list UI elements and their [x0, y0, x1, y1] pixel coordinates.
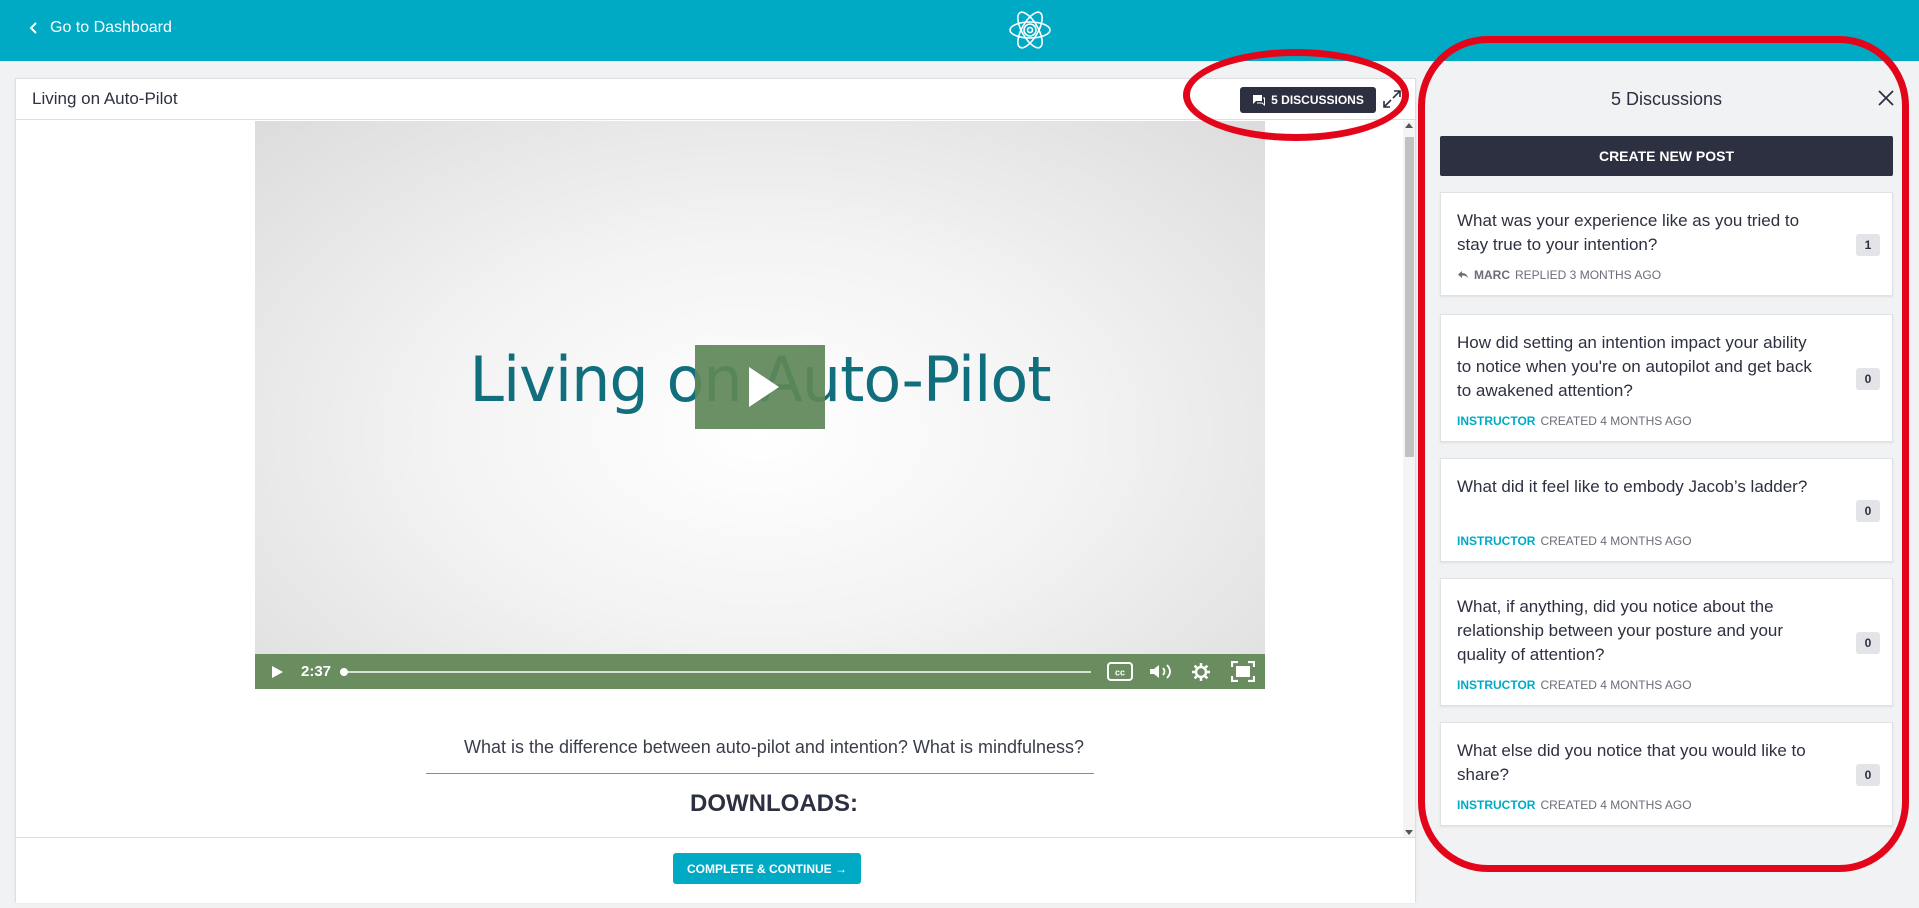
fullscreen-icon[interactable]	[1231, 661, 1255, 682]
lesson-header: Living on Auto-Pilot 5 DISCUSSIONS	[16, 79, 1415, 120]
content-scrollbar[interactable]	[1403, 121, 1415, 837]
post-action: REPLIED 3 MONTHS AGO	[1515, 268, 1662, 282]
discussion-post[interactable]: What did it feel like to embody Jacob’s …	[1440, 458, 1893, 562]
reply-count-badge: 0	[1856, 764, 1880, 786]
lesson-question: What is the difference between auto-pilo…	[463, 737, 1085, 757]
post-question: What, if anything, did you notice about …	[1457, 597, 1784, 664]
expand-icon[interactable]	[1381, 88, 1403, 110]
closed-captions-icon[interactable]: cc	[1107, 662, 1133, 681]
chevron-left-icon	[29, 22, 37, 34]
video-player[interactable]: Living on Auto-Pilot 2:37 cc	[255, 121, 1265, 689]
post-question: What else did you notice that you would …	[1457, 741, 1806, 784]
discussion-post[interactable]: What else did you notice that you would …	[1440, 722, 1893, 826]
reply-count-badge: 0	[1856, 500, 1880, 522]
post-author: INSTRUCTOR	[1457, 678, 1536, 692]
create-new-post-button[interactable]: CREATE NEW POST	[1440, 136, 1893, 176]
scroll-up-arrow-icon[interactable]	[1405, 123, 1413, 128]
go-to-dashboard-label: Go to Dashboard	[50, 19, 172, 36]
chat-bubble-icon	[1253, 95, 1266, 106]
video-time: 2:37	[301, 663, 332, 680]
post-question: What was your experience like as you tri…	[1457, 211, 1800, 254]
post-author: INSTRUCTOR	[1457, 534, 1536, 548]
divider	[426, 773, 1094, 774]
post-author: INSTRUCTOR	[1457, 414, 1536, 428]
top-bar: Go to Dashboard	[0, 0, 1919, 61]
video-controls: 2:37 cc	[255, 654, 1265, 689]
post-action: CREATED 4 MONTHS AGO	[1540, 414, 1692, 428]
settings-gear-icon[interactable]	[1191, 662, 1211, 682]
reply-count-badge: 0	[1856, 632, 1880, 654]
reply-count-badge: 0	[1856, 368, 1880, 390]
post-action: CREATED 4 MONTHS AGO	[1540, 534, 1692, 548]
discussion-post[interactable]: What was your experience like as you tri…	[1440, 192, 1893, 296]
lesson-footer: COMPLETE & CONTINUE →	[16, 837, 1415, 903]
discussions-button-label: 5 DISCUSSIONS	[1271, 93, 1364, 107]
discussion-post[interactable]: What, if anything, did you notice about …	[1440, 578, 1893, 706]
lesson-content: Living on Auto-Pilot 2:37 cc What is the…	[16, 121, 1400, 837]
post-meta: INSTRUCTOR CREATED 4 MONTHS AGO	[1457, 798, 1692, 812]
svg-text:cc: cc	[1115, 668, 1125, 678]
complete-and-continue-button[interactable]: COMPLETE & CONTINUE →	[673, 853, 861, 884]
post-action: CREATED 4 MONTHS AGO	[1540, 678, 1692, 692]
logo-icon	[1009, 11, 1051, 49]
lesson-card: Living on Auto-Pilot 5 DISCUSSIONS Livin…	[15, 78, 1416, 903]
go-to-dashboard-link[interactable]: Go to Dashboard	[28, 19, 172, 37]
reply-count-badge: 1	[1856, 234, 1880, 256]
reply-icon	[1458, 271, 1468, 279]
post-question: How did setting an intention impact your…	[1457, 333, 1812, 400]
post-meta: INSTRUCTOR CREATED 4 MONTHS AGO	[1457, 678, 1692, 692]
post-meta: MARC REPLIED 3 MONTHS AGO	[1457, 268, 1661, 282]
post-author: INSTRUCTOR	[1457, 798, 1536, 812]
video-progress-handle[interactable]	[340, 668, 348, 676]
discussion-post[interactable]: How did setting an intention impact your…	[1440, 314, 1893, 442]
close-icon[interactable]	[1877, 89, 1895, 107]
post-author: MARC	[1474, 268, 1510, 282]
scroll-down-arrow-icon[interactable]	[1405, 830, 1413, 835]
downloads-heading: DOWNLOADS:	[690, 790, 858, 817]
play-icon[interactable]	[269, 664, 285, 680]
video-progress-bar[interactable]	[345, 671, 1091, 673]
scroll-thumb[interactable]	[1405, 137, 1414, 457]
post-meta: INSTRUCTOR CREATED 4 MONTHS AGO	[1457, 414, 1692, 428]
discussions-title: 5 Discussions	[1610, 89, 1723, 109]
big-play-button[interactable]	[695, 345, 825, 429]
post-meta: INSTRUCTOR CREATED 4 MONTHS AGO	[1457, 534, 1692, 548]
discussions-button[interactable]: 5 DISCUSSIONS	[1240, 87, 1376, 113]
post-action: CREATED 4 MONTHS AGO	[1540, 798, 1692, 812]
volume-icon[interactable]	[1148, 662, 1174, 681]
post-question: What did it feel like to embody Jacob’s …	[1457, 477, 1808, 496]
lesson-title: Living on Auto-Pilot	[32, 89, 178, 108]
discussions-panel: 5 Discussions CREATE NEW POST What was y…	[1424, 70, 1909, 908]
